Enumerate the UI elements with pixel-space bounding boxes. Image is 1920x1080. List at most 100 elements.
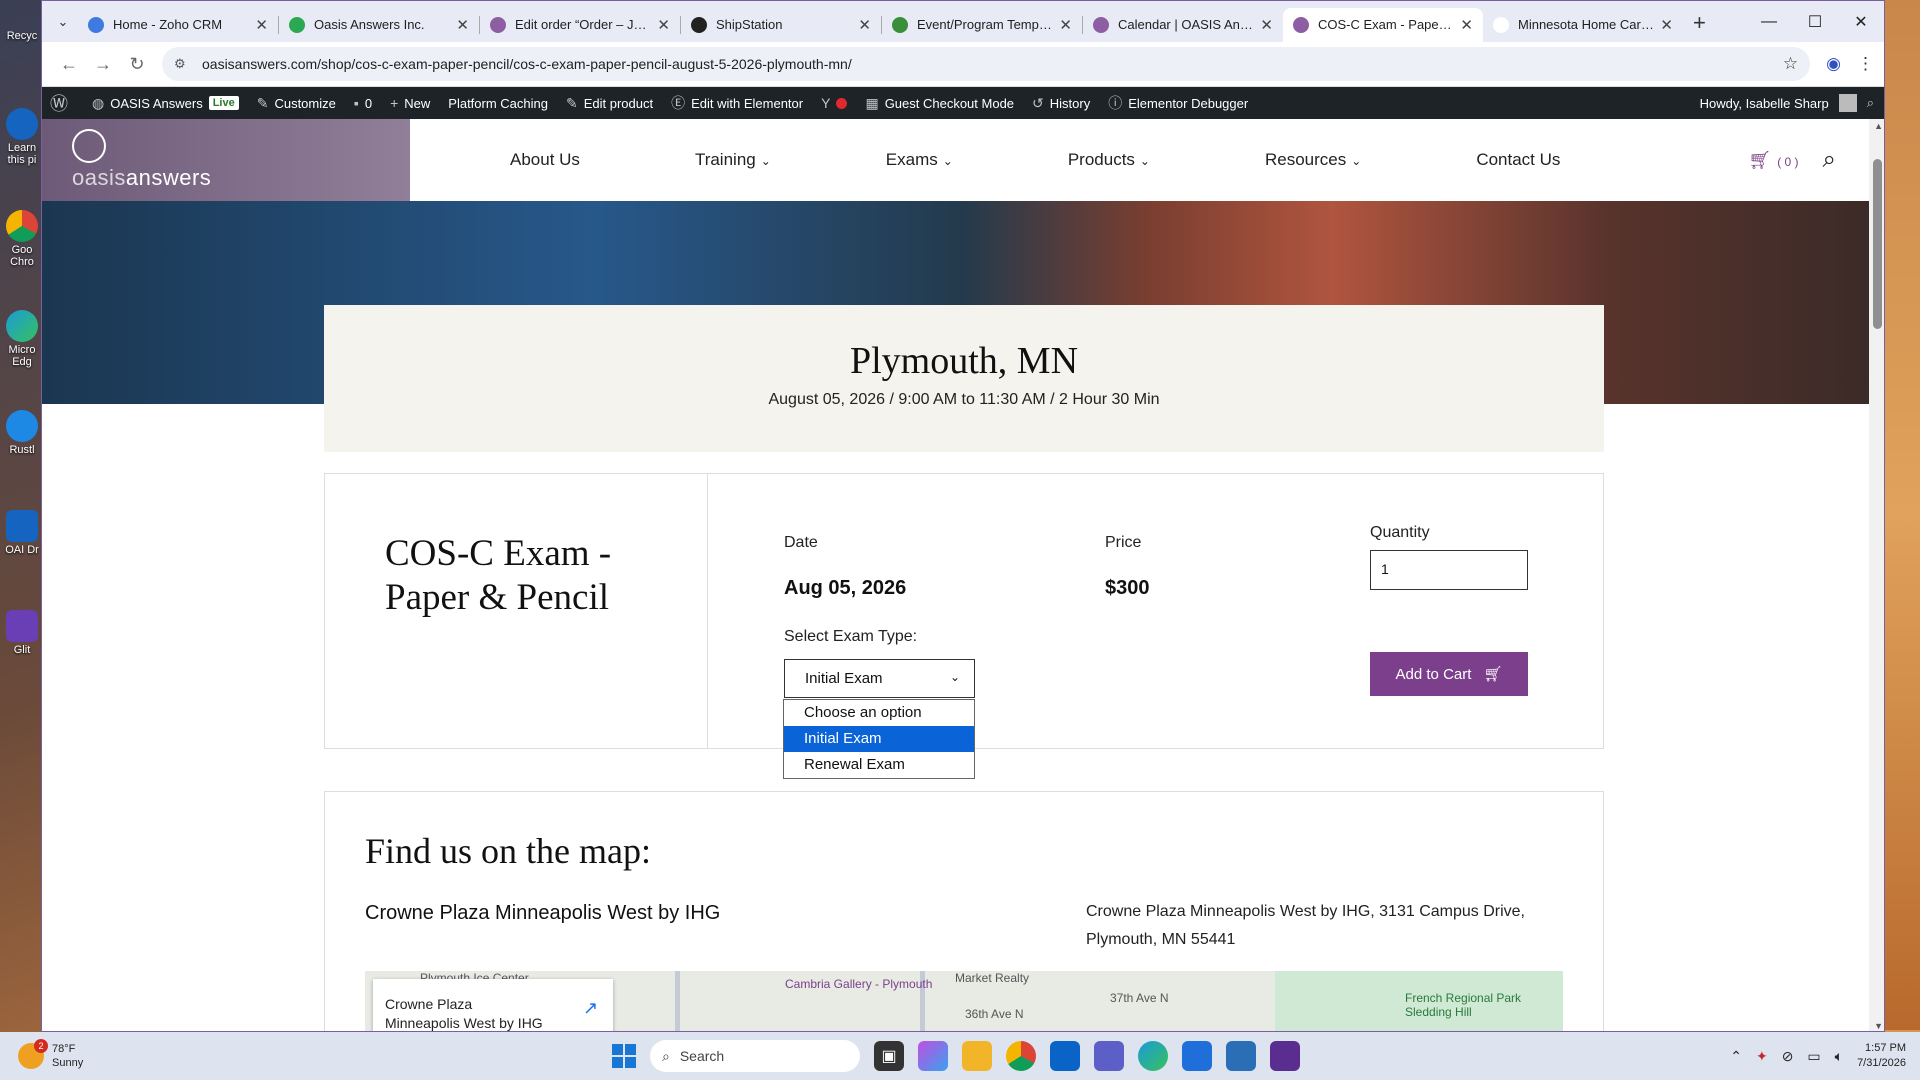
maximize-icon[interactable]: ☐	[1792, 1, 1838, 42]
copilot-icon[interactable]	[918, 1041, 948, 1071]
option-renewal-exam[interactable]: Renewal Exam	[784, 752, 974, 778]
desktop-icon-chrome[interactable]: Goo Chro	[4, 210, 40, 268]
nav-products[interactable]: Products ⌄	[1068, 150, 1150, 170]
history-link[interactable]: ↺ History	[1032, 95, 1090, 112]
bookmark-star-icon[interactable]: ☆	[1783, 54, 1798, 74]
option-choose[interactable]: Choose an option	[784, 700, 974, 726]
page-title: Plymouth, MN	[849, 340, 1079, 382]
comments-link[interactable]: ▪ 0	[354, 95, 372, 111]
tab-calendar[interactable]: Calendar | OASIS Answer ✕	[1083, 8, 1283, 42]
close-window-icon[interactable]: ✕	[1838, 1, 1884, 42]
debugger-link[interactable]: ⓘ Elementor Debugger	[1108, 93, 1248, 113]
edit-elementor-link[interactable]: Ⓔ Edit with Elementor	[671, 93, 803, 113]
taskbar-search[interactable]: ⌕ Search	[650, 1040, 860, 1072]
desktop-icon-glit[interactable]: Glit	[4, 610, 40, 656]
close-icon[interactable]: ✕	[1660, 16, 1673, 34]
close-icon[interactable]: ✕	[456, 16, 469, 34]
desktop-icon-recycle[interactable]: Recyc	[4, 30, 40, 42]
file-explorer-icon[interactable]	[962, 1041, 992, 1071]
exam-type-select[interactable]: Initial Exam ⌄	[784, 659, 975, 698]
search-icon[interactable]: ⌕	[1867, 95, 1874, 111]
url-field[interactable]: ⚙ oasisanswers.com/shop/cos-c-exam-paper…	[162, 47, 1811, 81]
weather-widget[interactable]: 2 78°F Sunny	[18, 1039, 83, 1070]
site-info-icon[interactable]: ⚙	[174, 56, 190, 72]
edit-product-link[interactable]: ✎ Edit product	[566, 95, 653, 112]
close-icon[interactable]: ✕	[1059, 16, 1072, 34]
desktop-icon-oai[interactable]: OAI Dr	[4, 510, 40, 556]
close-icon[interactable]: ✕	[1260, 16, 1273, 34]
network-off-icon[interactable]: ⊘	[1782, 1048, 1794, 1065]
outlook-icon[interactable]	[1050, 1041, 1080, 1071]
howdy-user[interactable]: Howdy, Isabelle Sharp	[1700, 96, 1829, 111]
tab-oasis[interactable]: Oasis Answers Inc. ✕	[279, 8, 479, 42]
nav-about-us[interactable]: About Us	[510, 150, 580, 170]
close-icon[interactable]: ✕	[657, 16, 670, 34]
chevron-up-icon[interactable]: ⌃	[1730, 1048, 1742, 1065]
chevron-down-icon: ⌄	[949, 670, 960, 684]
scrollbar-thumb[interactable]	[1873, 159, 1882, 329]
guest-checkout-link[interactable]: ▦ Guest Checkout Mode	[865, 95, 1014, 112]
edge-icon[interactable]	[1138, 1041, 1168, 1071]
tab-event-template[interactable]: Event/Program Template ✕	[882, 8, 1082, 42]
temperature: 78°F	[52, 1043, 76, 1055]
task-view-icon[interactable]: ▣	[874, 1041, 904, 1071]
app-icon	[6, 610, 38, 642]
tab-minnesota[interactable]: Minnesota Home Care A ✕	[1483, 8, 1683, 42]
quantity-input[interactable]: 1	[1370, 550, 1528, 590]
yoast-link[interactable]: Y	[821, 95, 848, 111]
scroll-up-icon[interactable]: ▲	[1874, 121, 1883, 131]
tab-shipstation[interactable]: ShipStation ✕	[681, 8, 881, 42]
reload-icon[interactable]: ↻	[120, 54, 154, 75]
new-link[interactable]: + New	[390, 95, 430, 111]
open-external-icon[interactable]: ↗	[583, 999, 598, 1018]
option-initial-exam[interactable]: Initial Exam	[784, 726, 974, 752]
logo-text-a: oasis	[72, 165, 126, 190]
nav-contact-us[interactable]: Contact Us	[1476, 150, 1560, 170]
cart-button[interactable]: 🛒︎ ( 0 )	[1748, 150, 1798, 171]
nav-training[interactable]: Training ⌄	[695, 150, 771, 170]
store-icon[interactable]	[1182, 1041, 1212, 1071]
avatar[interactable]	[1838, 94, 1857, 112]
tab-edit-order[interactable]: Edit order “Order – Janu ✕	[480, 8, 680, 42]
nav-exams[interactable]: Exams ⌄	[886, 150, 953, 170]
display-icon[interactable]: ▭	[1807, 1048, 1820, 1065]
dropbox-icon[interactable]: ✦	[1756, 1048, 1768, 1065]
embedded-map[interactable]: Plymouth Ice Center Cambria Gallery - Pl…	[365, 971, 1563, 1031]
notepad-icon[interactable]	[1226, 1041, 1256, 1071]
desktop-icon-edge[interactable]: Micro Edg	[4, 310, 40, 368]
desktop-icon-learn[interactable]: Learn this pi	[4, 108, 40, 166]
new-tab-button[interactable]: +	[1693, 10, 1706, 36]
close-icon[interactable]: ✕	[255, 16, 268, 34]
desktop-icon-label: Glit	[13, 644, 31, 656]
menu-icon[interactable]: ⋮	[1857, 54, 1874, 74]
back-icon[interactable]: ←	[52, 54, 86, 75]
close-icon[interactable]: ✕	[1460, 16, 1473, 34]
clock[interactable]: 1:57 PM 7/31/2026	[1857, 1041, 1906, 1071]
scroll-down-icon[interactable]: ▼	[1874, 1021, 1883, 1031]
search-icon[interactable]: ⌕	[1823, 146, 1836, 174]
quantity-label: Quantity	[1370, 524, 1430, 541]
admin-site-link[interactable]: ◍ OASIS Answers Live	[92, 95, 239, 112]
tab-cos-c-exam[interactable]: COS-C Exam - Paper & P ✕	[1283, 7, 1483, 42]
desktop-icon-rustl[interactable]: Rustl	[4, 410, 40, 456]
customize-link[interactable]: ✎ Customize	[257, 95, 336, 112]
tab-search-icon[interactable]: ⌄	[48, 8, 78, 36]
start-icon[interactable]	[612, 1044, 636, 1068]
forward-icon[interactable]: →	[86, 54, 120, 75]
add-to-cart-button[interactable]: Add to Cart 🛒︎	[1370, 652, 1528, 696]
map-label: Market Realty	[955, 971, 1030, 985]
app-icon[interactable]	[1270, 1041, 1300, 1071]
volume-icon[interactable]: 🔈︎	[1835, 1048, 1843, 1065]
site-logo[interactable]: oasisanswers	[42, 119, 410, 201]
platform-caching-link[interactable]: Platform Caching	[448, 96, 548, 111]
profile-icon[interactable]: ◉	[1826, 54, 1841, 74]
page-scrollbar[interactable]: ▲ ▼	[1869, 119, 1884, 1031]
wordpress-icon[interactable]: Ⓦ	[50, 90, 74, 116]
tab-zoho[interactable]: Home - Zoho CRM ✕	[78, 8, 278, 42]
minimize-icon[interactable]: —	[1746, 1, 1792, 42]
chrome-icon[interactable]	[1006, 1041, 1036, 1071]
teams-icon[interactable]	[1094, 1041, 1124, 1071]
close-icon[interactable]: ✕	[858, 16, 871, 34]
nav-resources[interactable]: Resources ⌄	[1265, 150, 1361, 170]
yoast-icon: Y	[821, 95, 831, 111]
